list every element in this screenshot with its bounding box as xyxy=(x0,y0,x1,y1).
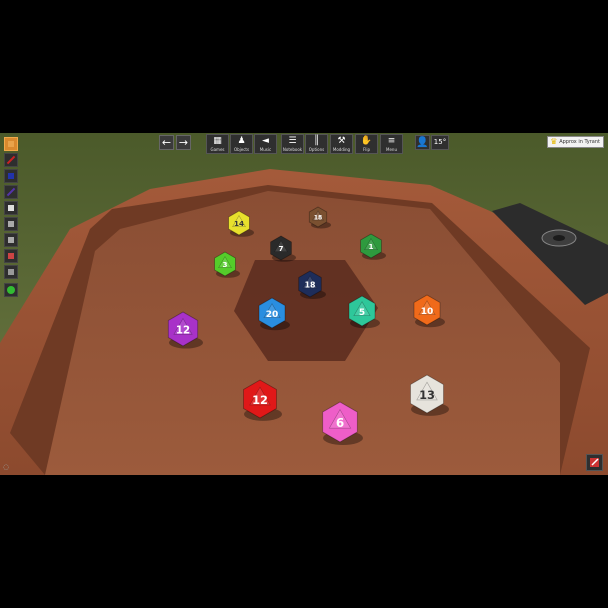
options-label: Options xyxy=(308,147,325,152)
lift-icon[interactable]: 👤 xyxy=(415,135,430,150)
chat-bubble-icon[interactable]: ◌ xyxy=(3,463,11,471)
snap-icon xyxy=(8,269,14,275)
hand-icon xyxy=(8,141,14,147)
text-tool[interactable] xyxy=(4,233,18,247)
hidden-zone-tool[interactable] xyxy=(4,283,18,297)
notes-button[interactable] xyxy=(586,454,603,471)
menu-button[interactable]: ≡ Menu xyxy=(380,134,403,154)
die-face-number: 6 xyxy=(336,416,344,430)
die-face-number: 3 xyxy=(222,260,227,269)
snap-tool[interactable] xyxy=(4,265,18,279)
flip-icon: ✋ xyxy=(360,136,373,146)
green-ball-icon xyxy=(7,286,15,294)
line-tool[interactable] xyxy=(4,153,18,167)
ruler-icon xyxy=(8,221,14,227)
objects-button[interactable]: ♟ Objects xyxy=(230,134,253,154)
pen-tool[interactable] xyxy=(4,185,18,199)
music-button[interactable]: ◄ Music xyxy=(254,134,277,154)
die-face-number: 18 xyxy=(305,280,316,289)
games-label: Games xyxy=(210,147,225,152)
die-face-number: 5 xyxy=(359,308,365,318)
top-toolbar: ← → ▦ Games ♟ Objects ◄ Music ☰ Notebook… xyxy=(0,133,608,155)
music-label: Music xyxy=(259,147,272,152)
objects-label: Objects xyxy=(233,147,250,152)
die-face-number: 10 xyxy=(421,307,434,317)
square-icon xyxy=(8,173,14,179)
menu-label: Menu xyxy=(386,147,397,152)
pawn-icon: ♟ xyxy=(237,136,246,146)
crown-icon: ♛ xyxy=(550,137,558,146)
gizmo-tool[interactable] xyxy=(4,249,18,263)
die-face-number: 12 xyxy=(176,325,190,336)
forward-button[interactable]: → xyxy=(176,135,191,150)
die-face-number: 20 xyxy=(266,310,279,320)
rotation-angle-button[interactable]: 15° xyxy=(431,135,449,150)
die-face-number: 12 xyxy=(252,393,268,407)
gizmo-icon xyxy=(8,253,14,259)
flick-icon xyxy=(8,205,14,211)
modding-label: Modding xyxy=(332,147,351,152)
line-icon xyxy=(6,155,16,165)
back-button[interactable]: ← xyxy=(159,135,174,150)
sliders-icon: ║ xyxy=(313,136,320,146)
die-face-number: 7 xyxy=(278,244,283,253)
notebook-label: Notebook xyxy=(282,147,303,152)
grab-tool[interactable] xyxy=(4,137,18,151)
ruler-tool[interactable] xyxy=(4,217,18,231)
die-face-number: 14 xyxy=(234,219,244,228)
game-scene[interactable]: 14187 131820 5 101212613 xyxy=(0,133,608,475)
tools-icon: ⚒ xyxy=(337,136,346,146)
speaker-icon: ◄ xyxy=(262,136,269,146)
games-icon: ▦ xyxy=(213,136,222,146)
arrow-left-icon: ← xyxy=(161,136,172,149)
pen-icon xyxy=(6,187,16,197)
player-name-box[interactable]: ♛ Approx in Tyrant xyxy=(547,136,604,148)
games-button[interactable]: ▦ Games xyxy=(206,134,229,154)
flip-button[interactable]: ✋ Flip xyxy=(355,134,378,154)
die-face-number: 18 xyxy=(314,215,322,222)
modding-button[interactable]: ⚒ Modding xyxy=(330,134,353,154)
hamburger-icon: ≡ xyxy=(387,136,396,146)
notebook-button[interactable]: ☰ Notebook xyxy=(281,134,304,154)
flick-tool[interactable] xyxy=(4,201,18,215)
notepad-icon xyxy=(590,458,599,467)
flip-label: Flip xyxy=(362,147,371,152)
player-name: Approx in Tyrant xyxy=(559,139,600,145)
die-face-number: 1 xyxy=(368,242,373,251)
notebook-icon: ☰ xyxy=(288,136,297,146)
fill-tool[interactable] xyxy=(4,169,18,183)
text-icon xyxy=(8,237,14,243)
die-face-number: 13 xyxy=(419,388,435,402)
options-button[interactable]: ║ Options xyxy=(305,134,328,154)
game-viewport[interactable]: 14 18 7 1 3 18 20 5 10 12 12 6 13 ← → ▦ Games ♟ Obje… xyxy=(0,133,608,475)
arrow-right-icon: → xyxy=(178,136,189,149)
